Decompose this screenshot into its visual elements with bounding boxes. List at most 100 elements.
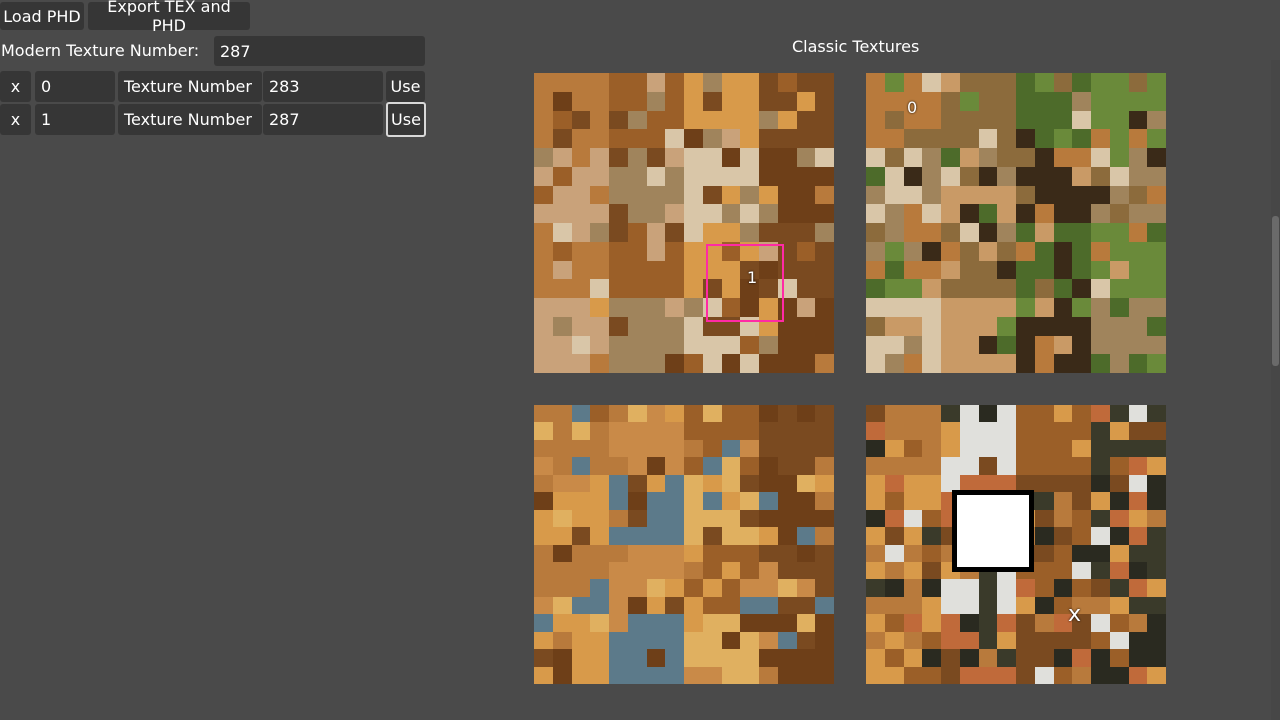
texture-cell (552, 596, 572, 615)
texture-cell (1072, 649, 1091, 667)
texture-cell (903, 316, 923, 336)
texture-cell (684, 544, 703, 562)
texture-cell (609, 492, 628, 510)
texture-cell (665, 110, 684, 130)
texture-cell (1072, 474, 1091, 493)
scrollbar-thumb[interactable] (1272, 216, 1279, 366)
texture-cell (978, 354, 998, 373)
texture-cell (796, 148, 816, 167)
texture-cell (702, 223, 722, 242)
texture-cell (777, 129, 797, 148)
texture-cell (590, 422, 609, 440)
texture-cell (702, 91, 722, 111)
texture-cell (884, 148, 904, 167)
texture-cell (1128, 492, 1148, 510)
texture-cell (646, 492, 666, 510)
texture-cell (1128, 91, 1148, 111)
texture-cell (609, 579, 628, 597)
texture-cell (1034, 509, 1054, 528)
texture-cell (552, 166, 572, 186)
texture-cell (1109, 405, 1129, 423)
texture-cell (571, 457, 591, 475)
texture-cell (1128, 110, 1148, 130)
texture-sheet-2[interactable] (534, 405, 834, 684)
texture-cell (759, 335, 778, 355)
texture-sheet-1[interactable] (866, 73, 1166, 373)
texture-cell (590, 649, 609, 667)
texture-cell (1128, 316, 1148, 336)
use-button[interactable]: Use (386, 71, 425, 102)
texture-cell (740, 91, 759, 111)
texture-cell (903, 335, 923, 355)
texture-cell (702, 457, 722, 475)
texture-cell (1109, 439, 1129, 458)
remove-mapping-button[interactable]: x (0, 71, 31, 102)
texture-cell (552, 405, 572, 423)
texture-cell (684, 316, 703, 336)
texture-cell (796, 422, 816, 440)
texture-cell (552, 666, 572, 684)
texture-cell (1147, 422, 1166, 440)
texture-cell (552, 91, 572, 111)
texture-cell (796, 316, 816, 336)
texture-number-label-text: Texture Number (124, 77, 252, 96)
export-tex-phd-button[interactable]: Export TEX and PHD (88, 0, 250, 35)
texture-cell (1072, 527, 1091, 545)
use-button[interactable]: Use (386, 102, 426, 137)
texture-cell (884, 631, 904, 650)
texture-cell (815, 492, 834, 510)
texture-cell (627, 631, 647, 650)
texture-number-input[interactable]: 287 (263, 104, 383, 135)
texture-cell (959, 185, 979, 205)
modern-texture-input[interactable]: 287 (214, 36, 425, 66)
texture-cell (759, 129, 778, 148)
texture-cell (796, 166, 816, 186)
texture-cell (941, 279, 960, 298)
texture-cell (1109, 631, 1129, 650)
texture-cell (534, 614, 553, 632)
texture-cell (627, 91, 647, 111)
texture-cell (721, 666, 741, 684)
texture-cell (815, 129, 834, 148)
texture-cell (997, 631, 1016, 650)
texture-cell (1128, 631, 1148, 650)
texture-cell (552, 110, 572, 130)
texture-cell (627, 279, 647, 298)
texture-cell (1109, 316, 1129, 336)
texture-cell (1053, 279, 1073, 298)
mapping-index-field[interactable]: 0 (35, 71, 115, 102)
texture-cell (590, 241, 609, 261)
texture-cell (777, 166, 797, 186)
texture-cell (740, 649, 759, 667)
texture-cell (1034, 260, 1054, 280)
texture-cell (646, 223, 666, 242)
vertical-scrollbar[interactable] (1271, 60, 1280, 720)
texture-cell (1053, 561, 1073, 580)
texture-cell (1109, 148, 1129, 167)
texture-cell (815, 185, 834, 205)
texture-cell (866, 666, 885, 684)
texture-cell (627, 405, 647, 423)
texture-cell (1109, 596, 1129, 615)
texture-sheet-0[interactable] (534, 73, 834, 373)
texture-cell (959, 204, 979, 223)
load-phd-button[interactable]: Load PHD (0, 2, 84, 30)
texture-cell (866, 241, 885, 261)
texture-number-input[interactable]: 283 (263, 71, 383, 102)
texture-cell (777, 544, 797, 562)
texture-cell (590, 148, 609, 167)
texture-cell (721, 631, 741, 650)
texture-cell (1147, 91, 1166, 111)
texture-cell (1091, 614, 1110, 632)
texture-cell (740, 596, 759, 615)
texture-cell (922, 561, 941, 580)
texture-cell (702, 73, 722, 92)
texture-cell (1109, 298, 1129, 317)
texture-cell (571, 260, 591, 280)
texture-cell (884, 666, 904, 684)
mapping-index-field[interactable]: 1 (35, 104, 115, 135)
texture-cell (721, 492, 741, 510)
texture-cell (1072, 204, 1091, 223)
texture-cell (922, 422, 941, 440)
remove-mapping-button[interactable]: x (0, 104, 31, 135)
